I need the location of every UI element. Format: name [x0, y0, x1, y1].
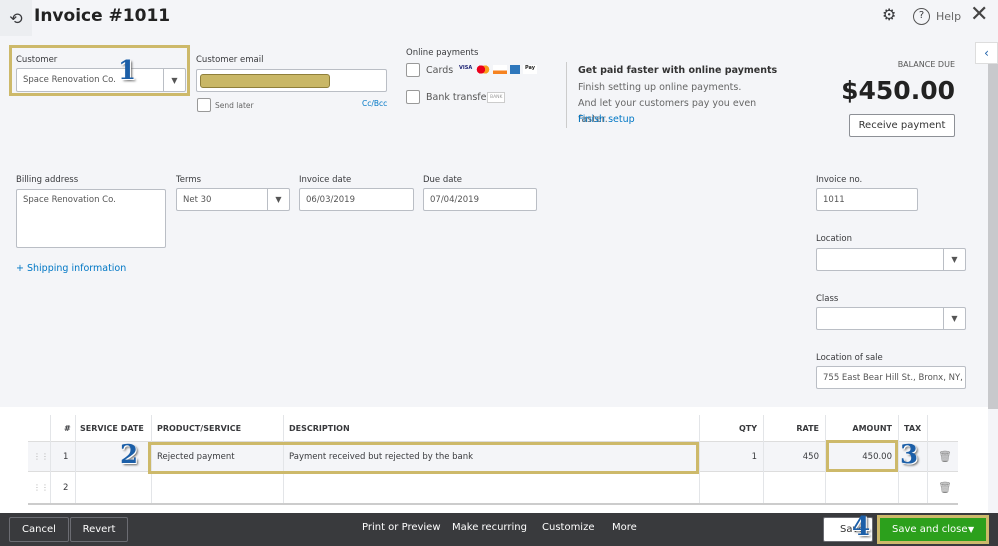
- cancel-button[interactable]: Cancel: [9, 517, 69, 542]
- balance-due-label: BALANCE DUE: [897, 60, 955, 69]
- location-of-sale-input[interactable]: 755 East Bear Hill St., Bronx, NY, 1(: [816, 366, 966, 389]
- discover-icon: [493, 65, 507, 74]
- invoice-no-input[interactable]: 1011: [816, 188, 918, 211]
- more-link[interactable]: More: [612, 522, 637, 533]
- customer-label: Customer: [16, 55, 58, 65]
- header-number: #: [64, 424, 71, 433]
- rate-cell[interactable]: 450: [803, 452, 819, 462]
- due-date-value: 07/04/2019: [430, 194, 479, 205]
- card-brand-icons: VISA Pay: [459, 65, 538, 74]
- bank-icon: BANK: [487, 92, 506, 103]
- customer-value: Space Renovation Co.: [23, 75, 116, 85]
- cards-label: Cards: [426, 65, 454, 76]
- make-recurring-link[interactable]: Make recurring: [452, 522, 527, 533]
- chevron-down-icon: ▼: [943, 249, 965, 270]
- drag-handle-icon[interactable]: ⋮⋮: [33, 452, 49, 461]
- receive-payment-button[interactable]: Receive payment: [849, 114, 955, 137]
- cards-checkbox[interactable]: [406, 63, 420, 77]
- due-date-input[interactable]: 07/04/2019: [423, 188, 537, 211]
- terms-label: Terms: [176, 175, 202, 185]
- send-later-label: Send later: [215, 101, 254, 110]
- help-icon[interactable]: ?: [913, 8, 930, 25]
- bank-transfer-label: Bank transfer: [426, 92, 491, 103]
- help-link[interactable]: Help: [936, 10, 961, 23]
- header-product: PRODUCT/SERVICE: [157, 424, 242, 433]
- header-amount: AMOUNT: [852, 424, 892, 433]
- header-description: DESCRIPTION: [289, 424, 350, 433]
- customer-select[interactable]: Space Renovation Co. ▼: [16, 68, 186, 92]
- drag-handle-icon[interactable]: ⋮⋮: [33, 483, 49, 492]
- email-input[interactable]: [196, 69, 387, 92]
- billing-address-textarea[interactable]: Space Renovation Co.: [16, 189, 166, 248]
- location-of-sale-value: 755 East Bear Hill St., Bronx, NY, 1(: [823, 372, 966, 383]
- save-and-close-button[interactable]: Save and close ▼: [877, 515, 989, 544]
- product-description-highlight: [148, 442, 699, 474]
- table-bottom: [28, 503, 958, 505]
- close-icon[interactable]: ✕: [970, 2, 988, 27]
- promo-divider: [566, 62, 567, 128]
- scrollbar[interactable]: [988, 64, 998, 409]
- trash-icon[interactable]: 🗑: [938, 450, 952, 463]
- annotation-1: 1: [118, 56, 137, 86]
- terms-value: Net 30: [183, 194, 212, 205]
- customize-link[interactable]: Customize: [542, 522, 595, 533]
- visa-icon: VISA: [459, 65, 473, 71]
- mastercard-icon: [476, 65, 490, 74]
- save-and-close-label: Save and close: [892, 524, 968, 535]
- page-title: Invoice #1011: [34, 6, 171, 26]
- row-number: 1: [63, 452, 69, 462]
- online-payments-label: Online payments: [406, 48, 479, 58]
- billing-address-label: Billing address: [16, 175, 79, 185]
- invoice-date-input[interactable]: 06/03/2019: [299, 188, 414, 211]
- due-date-label: Due date: [423, 175, 463, 185]
- location-label: Location: [816, 234, 852, 244]
- billing-address-value: Space Renovation Co.: [23, 195, 116, 205]
- trash-icon[interactable]: 🗑: [938, 481, 952, 494]
- balance-due-amount: $450.00: [841, 76, 955, 105]
- chevron-down-icon: ▼: [943, 308, 965, 329]
- print-preview-link[interactable]: Print or Preview: [362, 522, 441, 533]
- qty-cell[interactable]: 1: [752, 452, 757, 462]
- chevron-down-icon[interactable]: ▼: [968, 525, 986, 534]
- redacted-email: [200, 73, 330, 88]
- class-label: Class: [816, 294, 839, 304]
- header-tax: TAX: [904, 424, 922, 433]
- location-select[interactable]: ▼: [816, 248, 966, 271]
- promo-title: Get paid faster with online payments: [578, 65, 778, 76]
- row-number: 2: [63, 483, 69, 493]
- class-select[interactable]: ▼: [816, 307, 966, 330]
- shipping-information-link[interactable]: + Shipping information: [16, 263, 126, 274]
- email-label: Customer email: [196, 55, 264, 65]
- annotation-4: 4: [852, 512, 871, 542]
- header-qty: QTY: [738, 424, 757, 433]
- chevron-down-icon: ▼: [267, 189, 289, 210]
- collapse-panel-button[interactable]: ‹: [975, 42, 998, 64]
- history-icon[interactable]: ⟲: [0, 0, 32, 36]
- send-later-checkbox[interactable]: [197, 98, 211, 112]
- terms-select[interactable]: Net 30 ▼: [176, 188, 290, 211]
- revert-button[interactable]: Revert: [70, 517, 128, 542]
- cc-bcc-link[interactable]: Cc/Bcc: [362, 99, 387, 108]
- header-service-date: SERVICE DATE: [80, 424, 144, 433]
- invoice-date-value: 06/03/2019: [306, 194, 355, 205]
- invoice-no-label: Invoice no.: [816, 175, 863, 185]
- location-of-sale-label: Location of sale: [816, 353, 883, 363]
- header-rate: RATE: [796, 424, 819, 433]
- finish-setup-link[interactable]: Finish setup: [578, 114, 635, 125]
- annotation-2: 2: [120, 440, 139, 470]
- amex-icon: [510, 65, 520, 74]
- annotation-3: 3: [900, 440, 919, 470]
- chevron-down-icon: ▼: [163, 69, 185, 91]
- bank-transfer-checkbox[interactable]: [406, 90, 420, 104]
- amount-highlight: [826, 440, 898, 472]
- invoice-no-value: 1011: [823, 194, 845, 205]
- invoice-date-label: Invoice date: [299, 175, 352, 185]
- gear-icon[interactable]: ⚙: [882, 5, 896, 24]
- apple-pay-icon: Pay: [523, 65, 538, 74]
